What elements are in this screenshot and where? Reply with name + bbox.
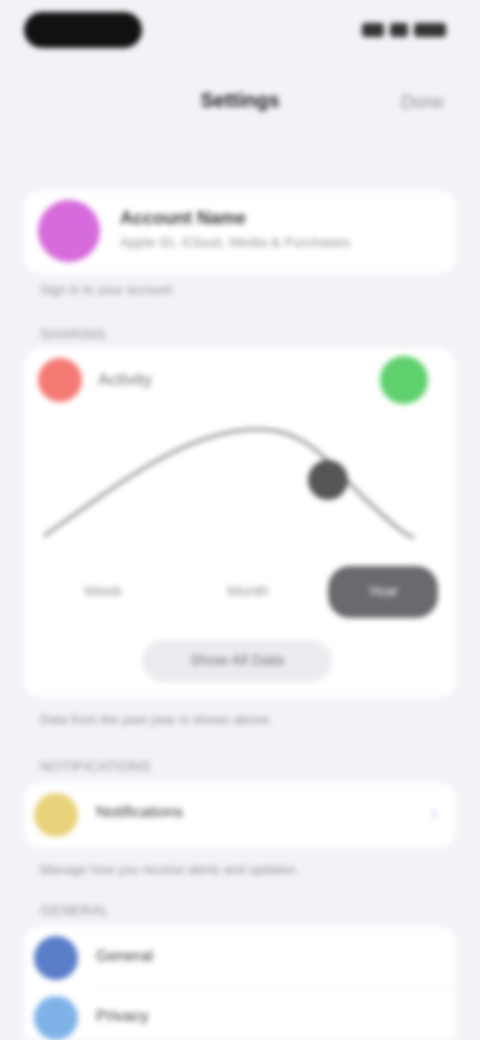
feature-card: Activity Week Month Year Show All Data [24, 348, 456, 698]
list-item-label: Privacy [96, 1008, 149, 1025]
segment-year[interactable]: Year [328, 566, 438, 618]
hand-icon [34, 996, 78, 1040]
group2-label: NOTIFICATIONS [40, 758, 151, 774]
trend-handle[interactable] [308, 460, 348, 500]
done-button[interactable]: Done [401, 92, 444, 113]
group2-card: Notifications › [24, 782, 456, 848]
gear-icon [34, 936, 78, 980]
group3-card: General Privacy [24, 926, 456, 1040]
bell-icon [34, 793, 78, 837]
feature-label: Activity [98, 370, 152, 389]
list-item-label: General [96, 948, 153, 965]
cellular-icon [362, 23, 384, 37]
profile-footnote: Sign in to your account [40, 282, 173, 297]
segment-week[interactable]: Week [48, 566, 158, 618]
list-item-general[interactable]: General [24, 926, 456, 988]
trend-graph [24, 418, 456, 588]
avatar [38, 200, 100, 262]
battery-icon [414, 23, 446, 37]
trend-line [43, 427, 415, 540]
group3-label: GENERAL [40, 902, 110, 918]
profile-name: Account Name [120, 208, 247, 228]
status-check-icon[interactable] [380, 356, 428, 404]
profile-card[interactable]: Account Name Apple ID, iCloud, Media & P… [24, 190, 456, 274]
segment-month[interactable]: Month [188, 566, 308, 618]
profile-subtitle: Apple ID, iCloud, Media & Purchases [120, 234, 351, 250]
show-all-data-button[interactable]: Show All Data [142, 640, 332, 682]
activity-icon [38, 358, 82, 402]
row-divider [96, 988, 456, 989]
list-item-label: Notifications [96, 804, 184, 821]
group2-footnote: Manage how you receive alerts and update… [40, 862, 299, 877]
trend-curve-svg [43, 427, 415, 540]
navigation-bar: Settings Done [0, 70, 480, 140]
feature-footnote: Data from the past year is shown above. [40, 712, 273, 727]
list-item-privacy[interactable]: Privacy [24, 990, 456, 1040]
feature-group-label: SHARING [40, 326, 106, 342]
status-bar [0, 0, 480, 60]
wifi-icon [390, 23, 408, 37]
list-item-notifications[interactable]: Notifications › [24, 782, 456, 848]
dynamic-island [24, 12, 142, 48]
segmented-control: Week Month Year [38, 566, 442, 618]
status-icons [362, 22, 446, 38]
chevron-right-icon: › [430, 800, 438, 825]
settings-screen: Settings Done Account Name Apple ID, iCl… [0, 0, 480, 1040]
feature-row[interactable]: Activity [24, 348, 456, 412]
